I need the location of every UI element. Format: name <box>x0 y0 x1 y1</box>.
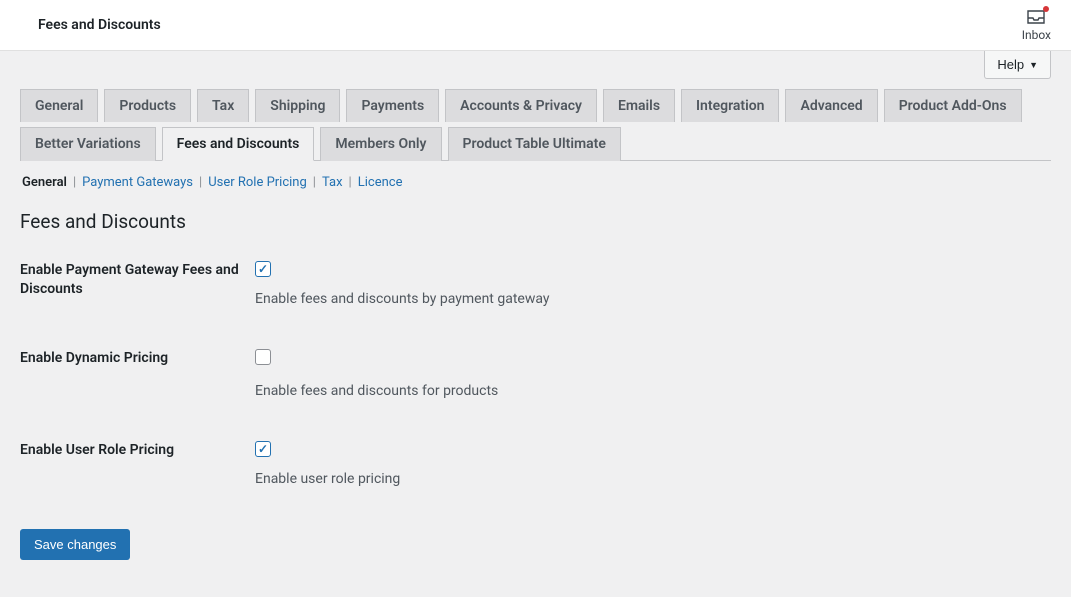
subnav-tax[interactable]: Tax <box>320 175 345 190</box>
enable-payment-gateway-fees-checkbox[interactable] <box>255 261 271 277</box>
tab-emails[interactable]: Emails <box>603 89 675 122</box>
subnav-user-role-pricing[interactable]: User Role Pricing <box>206 175 309 190</box>
tab-shipping[interactable]: Shipping <box>255 89 340 122</box>
subnav: General|Payment Gateways|User Role Prici… <box>20 175 1051 190</box>
enable-dynamic-pricing-checkbox[interactable] <box>255 349 271 365</box>
setting-description: Enable fees and discounts by payment gat… <box>255 291 1051 307</box>
setting-row: Enable Payment Gateway Fees and Discount… <box>20 261 1051 307</box>
setting-description: Enable fees and discounts for products <box>255 383 1051 399</box>
help-button[interactable]: Help ▼ <box>984 51 1051 79</box>
topbar: Fees and Discounts Inbox <box>0 0 1071 51</box>
tab-accounts-privacy[interactable]: Accounts & Privacy <box>445 89 597 122</box>
tabs: GeneralProductsTaxShippingPaymentsAccoun… <box>20 89 1051 161</box>
setting-row: Enable Dynamic PricingEnable fees and di… <box>20 349 1051 399</box>
inbox-icon <box>1026 9 1046 25</box>
tab-fees-and-discounts[interactable]: Fees and Discounts <box>162 127 315 161</box>
setting-label: Enable User Role Pricing <box>20 441 255 487</box>
setting-label: Enable Dynamic Pricing <box>20 349 255 399</box>
tab-products[interactable]: Products <box>104 89 191 122</box>
tab-general[interactable]: General <box>20 89 98 122</box>
inbox-button[interactable]: Inbox <box>1022 5 1051 46</box>
section-title: Fees and Discounts <box>20 210 1051 233</box>
page-title: Fees and Discounts <box>38 17 161 33</box>
subnav-general[interactable]: General <box>20 175 69 190</box>
tab-product-table-ultimate[interactable]: Product Table Ultimate <box>448 127 621 161</box>
subnav-licence[interactable]: Licence <box>356 175 405 190</box>
inbox-label: Inbox <box>1022 28 1051 42</box>
chevron-down-icon: ▼ <box>1029 60 1038 70</box>
tab-advanced[interactable]: Advanced <box>785 89 877 122</box>
help-row: Help ▼ <box>0 51 1071 79</box>
setting-description: Enable user role pricing <box>255 471 1051 487</box>
setting-row: Enable User Role PricingEnable user role… <box>20 441 1051 487</box>
tab-members-only[interactable]: Members Only <box>320 127 441 161</box>
tab-product-add-ons[interactable]: Product Add-Ons <box>884 89 1022 122</box>
tab-tax[interactable]: Tax <box>197 89 249 122</box>
save-button[interactable]: Save changes <box>20 529 130 560</box>
enable-user-role-pricing-checkbox[interactable] <box>255 441 271 457</box>
settings-form: Enable Payment Gateway Fees and Discount… <box>20 261 1051 487</box>
subnav-payment-gateways[interactable]: Payment Gateways <box>80 175 195 190</box>
content-area: GeneralProductsTaxShippingPaymentsAccoun… <box>0 79 1071 580</box>
tab-payments[interactable]: Payments <box>346 89 439 122</box>
setting-label: Enable Payment Gateway Fees and Discount… <box>20 261 255 307</box>
help-label: Help <box>997 57 1024 72</box>
tab-better-variations[interactable]: Better Variations <box>20 127 156 161</box>
tab-integration[interactable]: Integration <box>681 89 779 122</box>
notification-dot-icon <box>1043 6 1049 12</box>
